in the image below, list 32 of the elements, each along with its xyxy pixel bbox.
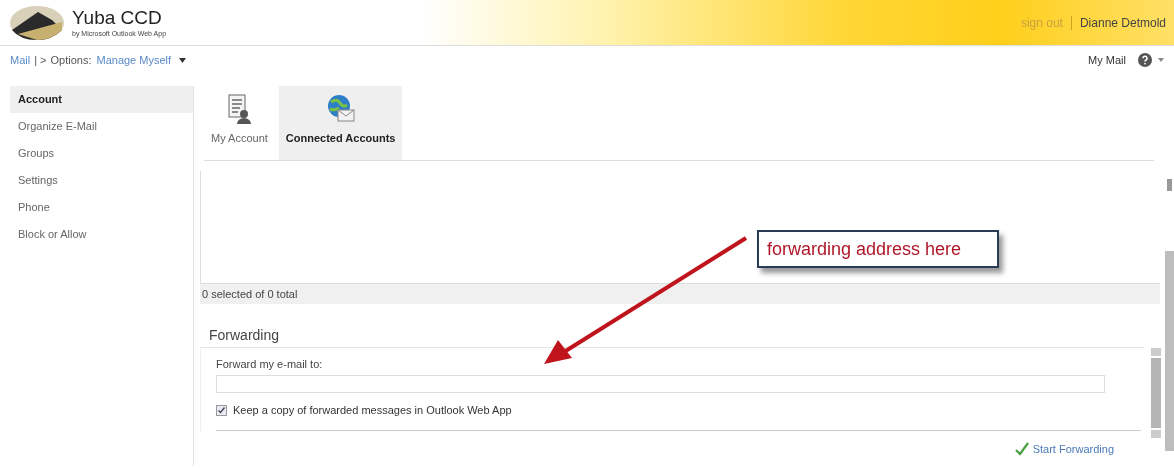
breadcrumb-separator: | > bbox=[34, 54, 47, 66]
mail-link[interactable]: Mail bbox=[10, 54, 31, 66]
callout-note: forwarding address here bbox=[757, 230, 999, 268]
help-icon[interactable] bbox=[1138, 53, 1152, 67]
section-heading: Forwarding bbox=[208, 327, 281, 345]
my-mail-link[interactable]: My Mail bbox=[1088, 54, 1126, 66]
sidebar-item[interactable]: Organize E-Mail bbox=[10, 113, 193, 140]
field-label: Forward my e-mail to: bbox=[216, 358, 324, 370]
sidebar-item[interactable]: Block or Allow bbox=[10, 221, 193, 248]
globe-envelope-icon bbox=[325, 94, 356, 124]
caret-icon[interactable] bbox=[179, 57, 187, 63]
tab[interactable]: Connected Accounts bbox=[278, 86, 403, 160]
forwarding-address-field[interactable] bbox=[216, 375, 1105, 393]
user-name: Dianne Detmold bbox=[1078, 15, 1167, 30]
document-person-icon bbox=[227, 94, 252, 124]
scrollbar[interactable] bbox=[1151, 348, 1161, 438]
scrollbar[interactable] bbox=[1165, 251, 1174, 451]
manage-myself-link[interactable]: Manage Myself bbox=[96, 54, 172, 66]
sidebar-item[interactable]: Phone bbox=[10, 194, 193, 221]
options-label: Options: bbox=[50, 54, 92, 66]
selection-status: 0 selected of 0 total bbox=[200, 283, 1160, 304]
sidebar-item[interactable]: Settings bbox=[10, 167, 193, 194]
logo-icon bbox=[8, 3, 66, 42]
start-forwarding-link[interactable]: Start Forwarding bbox=[1032, 443, 1114, 455]
checkbox-label: Keep a copy of forwarded messages in Outlook Web App bbox=[233, 404, 512, 416]
tab[interactable]: My Account bbox=[204, 86, 275, 160]
checkbox[interactable] bbox=[216, 404, 227, 416]
sidebar-item[interactable]: Groups bbox=[10, 140, 193, 167]
check-icon bbox=[1014, 442, 1029, 456]
app-title: Yuba CCD bbox=[72, 8, 163, 28]
scrollbar-thumb[interactable] bbox=[1167, 179, 1172, 191]
sidebar-item[interactable]: Account bbox=[10, 86, 193, 113]
